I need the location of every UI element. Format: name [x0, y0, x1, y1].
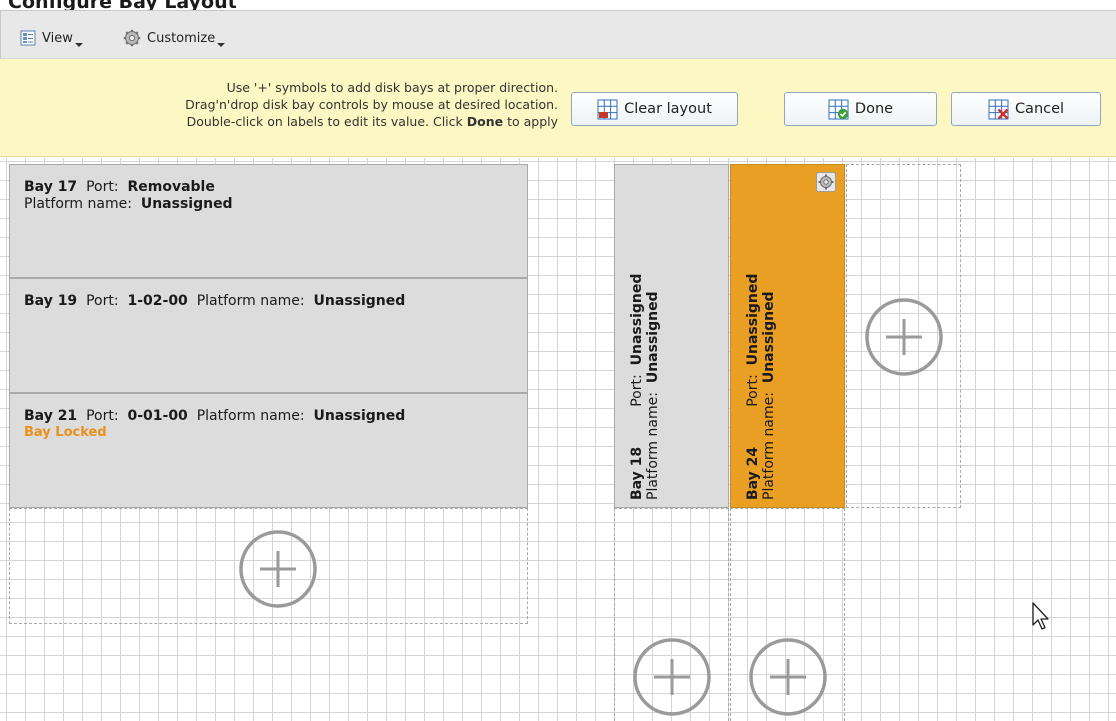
hint-line-1: Use '+' symbols to add disk bays at prop…: [226, 80, 558, 95]
hint-text: Use '+' symbols to add disk bays at prop…: [68, 79, 558, 130]
bay-19-name[interactable]: Bay 19: [24, 293, 77, 309]
bay-17[interactable]: Bay 17 Port: Removable Platform name: Un…: [9, 164, 528, 278]
add-plus-icon[interactable]: [748, 637, 828, 717]
bay-18-name[interactable]: Bay 18: [629, 447, 645, 500]
bay-21-platform-label: Platform name:: [196, 408, 305, 424]
bay-21-locked-status: Bay Locked: [24, 425, 107, 440]
customize-label: Customize: [147, 30, 216, 46]
hint-line-2: Drag'n'drop disk bay controls by mouse a…: [185, 97, 558, 112]
bay-17-port-label: Port:: [86, 179, 119, 195]
add-bay-drop-zone-below[interactable]: [9, 508, 528, 624]
bay-18-row-2: Platform name: Unassigned: [645, 230, 661, 500]
toolbar: View Customize: [0, 10, 1116, 59]
bay-21[interactable]: Bay 21 Port: 0-01-00 Platform name: Unas…: [9, 393, 528, 508]
view-label: View: [42, 30, 73, 46]
add-bay-drop-zone-below-bay-24[interactable]: [730, 508, 845, 721]
add-plus-icon[interactable]: [632, 637, 712, 717]
bay-24-name[interactable]: Bay 24: [745, 447, 761, 500]
bay-21-port-label: Port:: [86, 408, 119, 424]
bay-24-row-1: Bay 24 Port: Unassigned: [745, 230, 761, 500]
bay-17-platform-label: Platform name:: [24, 196, 132, 212]
bay-24[interactable]: Bay 24 Port: Unassigned Platform name: U…: [730, 164, 845, 508]
bay-21-line-1: Bay 21 Port: 0-01-00 Platform name: Unas…: [24, 408, 405, 424]
bay-24-platform-value[interactable]: Unassigned: [761, 291, 777, 383]
clear-layout-button[interactable]: Clear layout: [571, 92, 738, 126]
add-plus-icon[interactable]: [238, 529, 318, 609]
bay-24-platform-label: Platform name:: [761, 392, 777, 500]
bay-17-port-value[interactable]: Removable: [127, 179, 214, 195]
bay-19-port-label: Port:: [86, 293, 119, 309]
bay-18-row-1: Bay 18 Port: Unassigned: [629, 230, 645, 500]
bay-21-port-value[interactable]: 0-01-00: [127, 408, 187, 424]
bay-21-platform-value[interactable]: Unassigned: [314, 408, 406, 424]
bay-24-port-label: Port:: [745, 374, 761, 407]
bay-24-text: Bay 24 Port: Unassigned Platform name: U…: [745, 230, 777, 500]
bay-19-platform-label: Platform name:: [196, 293, 305, 309]
grid-cancel-icon: [988, 99, 1009, 119]
bay-24-port-value[interactable]: Unassigned: [745, 274, 761, 366]
bay-17-name[interactable]: Bay 17: [24, 179, 77, 195]
bay-24-row-2: Platform name: Unassigned: [761, 230, 777, 500]
hint-line-3-prefix: Double-click on labels to edit its value…: [186, 114, 463, 129]
bay-18-port-label: Port:: [629, 374, 645, 407]
bay-18[interactable]: Bay 18 Port: Unassigned Platform name: U…: [614, 164, 729, 508]
gear-icon[interactable]: [816, 172, 836, 192]
bay-18-port-value[interactable]: Unassigned: [629, 274, 645, 366]
cancel-label: Cancel: [1014, 101, 1065, 117]
add-plus-icon[interactable]: [864, 297, 944, 377]
chevron-down-icon: [74, 43, 83, 47]
grid-check-icon: [828, 99, 849, 119]
chevron-down-icon: [217, 43, 226, 47]
bay-18-text: Bay 18 Port: Unassigned Platform name: U…: [629, 230, 661, 500]
gear-icon: [123, 29, 141, 47]
bay-19-port-value[interactable]: 1-02-00: [127, 293, 187, 309]
add-bay-drop-zone-below-bay-18[interactable]: [614, 508, 729, 721]
hint-line-3-suffix: to apply: [507, 114, 558, 129]
add-bay-drop-zone-right[interactable]: [846, 164, 961, 508]
mouse-pointer-icon: [1032, 602, 1049, 630]
bay-17-line-1: Bay 17 Port: Removable: [24, 179, 215, 195]
view-menu[interactable]: View: [20, 28, 83, 48]
bay-17-platform-value[interactable]: Unassigned: [141, 196, 233, 212]
clear-layout-label: Clear layout: [624, 101, 712, 117]
bay-21-name[interactable]: Bay 21: [24, 408, 77, 424]
bay-19-platform-value[interactable]: Unassigned: [314, 293, 406, 309]
bay-18-platform-value[interactable]: Unassigned: [645, 291, 661, 383]
bay-18-platform-label: Platform name:: [645, 392, 661, 500]
done-label: Done: [854, 101, 894, 117]
customize-menu[interactable]: Customize: [123, 28, 226, 48]
bay-19[interactable]: Bay 19 Port: 1-02-00 Platform name: Unas…: [9, 278, 528, 393]
grid-clear-icon: [597, 99, 618, 119]
cancel-button[interactable]: Cancel: [951, 92, 1101, 126]
hint-line-3: Double-click on labels to edit its value…: [68, 113, 558, 130]
bay-17-line-2: Platform name: Unassigned: [24, 196, 233, 212]
hint-bar: Use '+' symbols to add disk bays at prop…: [0, 59, 1116, 157]
hint-line-3-bold: Done: [466, 114, 504, 129]
view-icon: [20, 30, 36, 46]
bay-19-line-1: Bay 19 Port: 1-02-00 Platform name: Unas…: [24, 293, 405, 309]
done-button[interactable]: Done: [784, 92, 937, 126]
